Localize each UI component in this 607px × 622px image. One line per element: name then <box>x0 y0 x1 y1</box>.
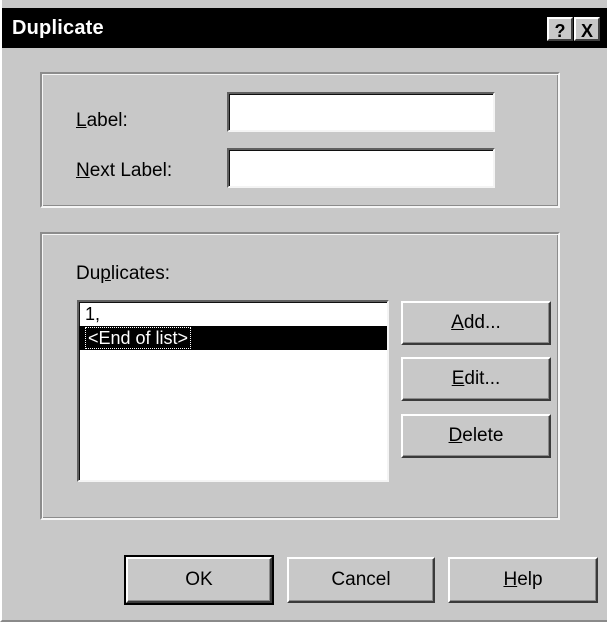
close-icon[interactable]: X <box>574 17 600 41</box>
add-button[interactable]: Add... <box>401 301 551 345</box>
ok-button[interactable]: OK <box>124 555 274 605</box>
cancel-button[interactable]: Cancel <box>287 557 435 603</box>
duplicates-listbox[interactable]: 1, <End of list> <box>77 300 389 482</box>
help-button[interactable]: Help <box>448 557 598 603</box>
help-question-icon[interactable]: ? <box>547 17 573 41</box>
duplicate-dialog: Duplicate ? X Label: Next Label: Duplica… <box>0 0 607 622</box>
edit-button[interactable]: Edit... <box>401 357 551 401</box>
delete-button[interactable]: Delete <box>401 414 551 458</box>
title-bar[interactable]: Duplicate ? X <box>2 8 607 48</box>
next-label-input[interactable] <box>227 148 495 188</box>
duplicates-caption: Duplicates: <box>76 263 171 284</box>
dialog-title: Duplicate <box>12 17 104 39</box>
label-input[interactable] <box>227 92 495 132</box>
list-item[interactable]: 1, <box>79 302 387 326</box>
list-item-selected[interactable]: <End of list> <box>79 326 387 350</box>
next-label-caption: Next Label: <box>76 160 173 181</box>
label-caption: Label: <box>76 110 128 131</box>
